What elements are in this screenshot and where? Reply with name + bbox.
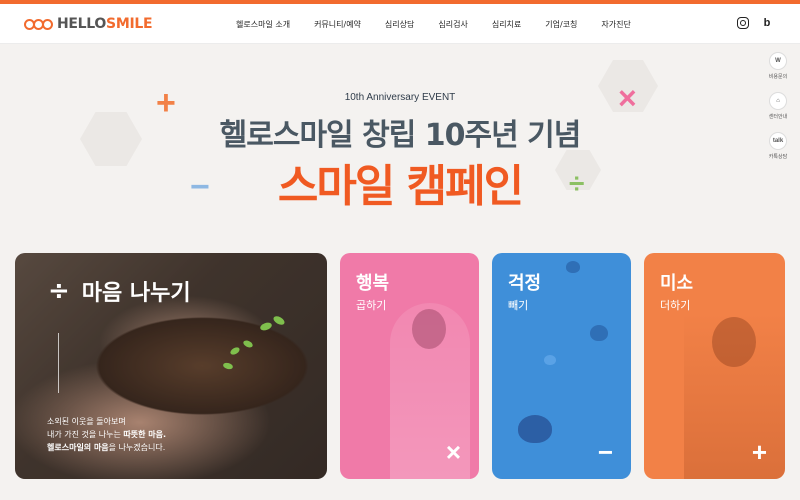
social-links: b xyxy=(728,14,776,32)
logo[interactable]: HELLOSMILE xyxy=(24,15,153,33)
card-title: 미소 xyxy=(660,273,694,294)
instagram-icon xyxy=(737,17,749,29)
nav-item-therapy[interactable]: 심리치료 xyxy=(492,19,521,30)
card-title: 행복 xyxy=(356,273,390,294)
site-header: HELLOSMILE 헬로스마일 소개 커뮤니티/예약 심리상담 심리검사 심리… xyxy=(0,4,800,44)
quick-item-center-info[interactable]: ⌂ 센터안내 xyxy=(762,92,794,130)
plus-icon: + xyxy=(751,437,767,467)
hero-subtitle: 스마일 캠페인 xyxy=(277,161,524,212)
heart-balloon xyxy=(590,325,608,341)
nav-item-counseling[interactable]: 심리상담 xyxy=(385,19,414,30)
logo-text-hello: HELLO xyxy=(57,16,107,32)
nav-item-self-diagnosis[interactable]: 자가진단 xyxy=(601,19,630,30)
divide-icon: ÷ xyxy=(48,276,70,306)
hero-title: 헬로스마일 창립 10주년 기념 xyxy=(219,118,582,153)
quick-item-label: 비용문의 xyxy=(768,74,788,80)
nav-item-community[interactable]: 커뮤니티/예약 xyxy=(314,19,361,30)
quick-menu: W 비용문의 ⌂ 센터안내 talk 카톡상담 xyxy=(762,52,794,172)
won-icon: W xyxy=(769,52,787,70)
card-description: 소외된 이웃을 돌아보며 내가 가진 것을 나누는 따뜻한 마음. 헬로스마일의… xyxy=(47,415,166,454)
campaign-card-happiness[interactable]: 행복 곱하기 × xyxy=(340,253,479,479)
desc-text: 내가 가진 것을 나누는 xyxy=(47,430,124,439)
nav-item-about[interactable]: 헬로스마일 소개 xyxy=(236,19,290,30)
heart-balloon xyxy=(566,261,580,273)
desc-text: 을 나누겠습니다. xyxy=(108,443,166,452)
heart-balloon xyxy=(518,415,552,443)
nav-item-testing[interactable]: 심리검사 xyxy=(438,19,467,30)
kakao-talk-icon: talk xyxy=(769,132,787,150)
woman-photo-head xyxy=(412,309,446,349)
desc-line: 소외된 이웃을 돌아보며 xyxy=(47,417,126,426)
quick-item-cost-inquiry[interactable]: W 비용문의 xyxy=(762,52,794,90)
blog-icon: b xyxy=(763,17,771,29)
logo-text-smile: SMILE xyxy=(106,16,153,32)
card-subtitle: 더하기 xyxy=(660,299,691,312)
quick-item-kakao-chat[interactable]: talk 카톡상담 xyxy=(762,132,794,170)
quick-item-label: 카톡상담 xyxy=(768,154,788,160)
times-icon: × xyxy=(445,437,461,467)
event-label: 10th Anniversary EVENT xyxy=(344,92,456,103)
nav-item-corporate[interactable]: 기업/코칭 xyxy=(545,19,577,30)
blog-button[interactable]: b xyxy=(758,14,776,32)
logo-mark-icon xyxy=(24,16,54,32)
home-icon: ⌂ xyxy=(769,92,787,110)
minus-icon: − xyxy=(597,437,613,467)
campaign-card-smile[interactable]: 미소 더하기 + xyxy=(644,253,785,479)
quick-item-label: 센터안내 xyxy=(768,114,788,120)
card-subtitle: 빼기 xyxy=(508,299,529,312)
desc-emphasis: 헬로스마일의 마음 xyxy=(47,443,109,452)
card-title-text: 마음 나누기 xyxy=(81,281,191,306)
desc-emphasis: 따뜻한 마음. xyxy=(123,430,167,439)
instagram-button[interactable] xyxy=(734,14,752,32)
card-title: 걱정 xyxy=(508,273,542,294)
heart-balloon xyxy=(544,355,556,365)
boy-photo-head xyxy=(712,317,756,367)
vertical-divider xyxy=(58,333,59,393)
main-nav: 헬로스마일 소개 커뮤니티/예약 심리상담 심리검사 심리치료 기업/코칭 자가… xyxy=(236,4,655,44)
card-subtitle: 곱하기 xyxy=(356,299,387,312)
campaign-card-worry[interactable]: 걱정 빼기 − xyxy=(492,253,631,479)
card-title: ÷ 마음 나누기 xyxy=(48,275,191,307)
campaign-card-share-heart[interactable]: ÷ 마음 나누기 소외된 이웃을 돌아보며 내가 가진 것을 나누는 따뜻한 마… xyxy=(15,253,327,479)
